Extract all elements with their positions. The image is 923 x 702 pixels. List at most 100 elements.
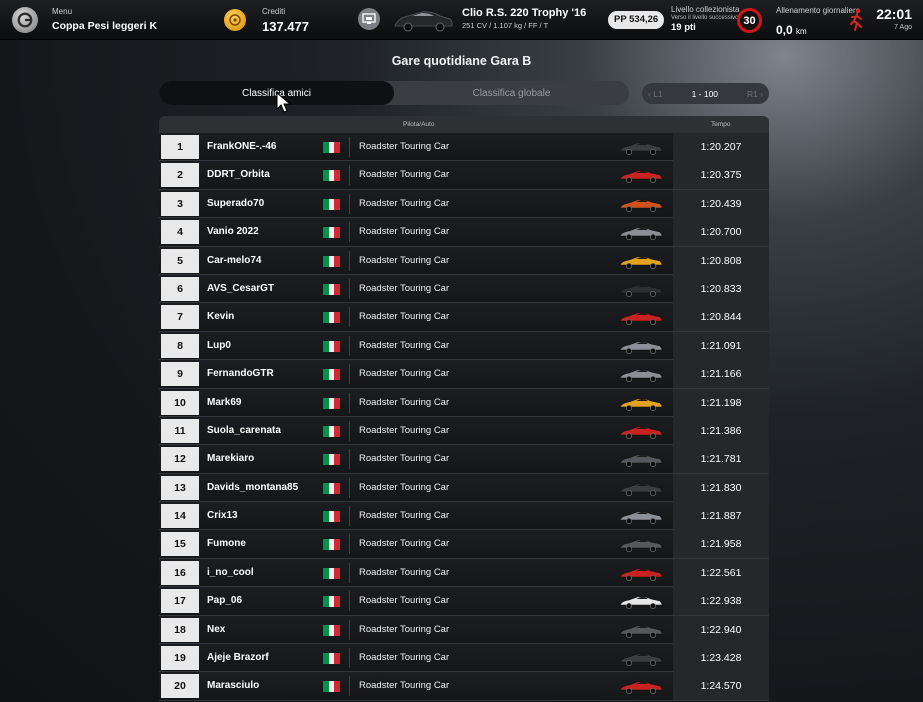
rank-badge: 4 [161, 220, 199, 245]
table-row[interactable]: 6 AVS_CesarGT Roadster Touring Car 1:20.… [159, 274, 769, 304]
italy-flag-icon [323, 312, 341, 324]
italy-flag-icon [323, 369, 341, 381]
car-model: Roadster Touring Car [359, 368, 450, 380]
rank-badge: 16 [161, 560, 199, 585]
garage-icon[interactable] [358, 8, 380, 30]
table-row[interactable]: 12 Marekiaro Roadster Touring Car 1:21.7… [159, 445, 769, 474]
rank-badge: 1 [161, 135, 199, 159]
table-row[interactable]: 2 DDRT_Orbita Roadster Touring Car 1:20.… [159, 161, 769, 190]
driver-name: FernandoGTR [207, 368, 274, 380]
italy-flag-icon [323, 482, 341, 494]
lap-time: 1:21.198 [673, 388, 769, 417]
driver-name: Car-melo74 [207, 254, 262, 266]
table-row[interactable]: 20 Marasciulo Roadster Touring Car 1:24.… [159, 672, 769, 701]
lap-time: 1:22.938 [673, 587, 769, 616]
car-livery-image [619, 256, 663, 269]
driver-name: Suola_carenata [207, 424, 281, 436]
rank-badge: 9 [161, 362, 199, 387]
credits-coin-icon [224, 9, 246, 31]
car-livery-image [619, 341, 663, 354]
italy-flag-icon [323, 283, 341, 295]
italy-flag-icon [323, 596, 341, 608]
table-row[interactable]: 18 Nex Roadster Touring Car 1:22.940 [159, 615, 769, 645]
car-model: Roadster Touring Car [359, 226, 450, 238]
lap-time: 1:20.833 [673, 274, 769, 303]
table-row[interactable]: 5 Car-melo74 Roadster Touring Car 1:20.8… [159, 246, 769, 275]
car-model: Roadster Touring Car [359, 197, 450, 209]
car-livery-image [619, 454, 663, 468]
lap-time: 1:21.091 [673, 331, 769, 360]
driver-name: Marekiaro [207, 453, 255, 465]
driver-name: Fumone [207, 538, 246, 550]
italy-flag-icon [323, 198, 341, 210]
column-divider [349, 506, 350, 527]
driver-name: Superado70 [207, 197, 265, 209]
column-divider [349, 222, 350, 243]
table-row[interactable]: 11 Suola_carenata Roadster Touring Car 1… [159, 416, 769, 446]
column-divider [349, 250, 350, 271]
clock-date: 7 Ago [894, 24, 912, 31]
daily-distance: 0,0 [776, 23, 793, 37]
lap-time: 1:20.808 [673, 246, 769, 275]
pager-prev-button[interactable]: ‹ L1 [648, 89, 663, 99]
table-row[interactable]: 4 Vanio 2022 Roadster Touring Car 1:20.7… [159, 218, 769, 247]
column-divider [349, 619, 350, 640]
rank-badge: 3 [161, 191, 199, 216]
level-number-badge: 30 [737, 8, 762, 33]
driver-name: FrankONE-.-46 [207, 141, 277, 152]
italy-flag-icon [323, 681, 341, 693]
car-livery-image [619, 170, 663, 184]
lap-time: 1:20.207 [673, 133, 769, 161]
table-row[interactable]: 7 Kevin Roadster Touring Car 1:20.844 [159, 303, 769, 332]
driver-name: Vanio 2022 [207, 226, 259, 238]
current-car-info: Clio R.S. 220 Trophy '16 251 CV / 1.107 … [462, 7, 586, 30]
table-row[interactable]: 1 FrankONE-.-46 Roadster Touring Car 1:2… [159, 133, 769, 162]
italy-flag-icon [323, 511, 341, 523]
car-model: Roadster Touring Car [359, 254, 450, 266]
italy-flag-icon [323, 653, 341, 665]
car-model: Roadster Touring Car [359, 652, 450, 664]
table-row[interactable]: 3 Superado70 Roadster Touring Car 1:20.4… [159, 189, 769, 219]
menu-button[interactable]: Menu Coppa Pesi leggeri K [52, 7, 157, 32]
column-divider [349, 534, 350, 555]
table-row[interactable]: 15 Fumone Roadster Touring Car 1:21.958 [159, 530, 769, 559]
table-row[interactable]: 19 Ajeje Brazorf Roadster Touring Car 1:… [159, 644, 769, 673]
column-divider [349, 165, 350, 186]
table-row[interactable]: 8 Lup0 Roadster Touring Car 1:21.091 [159, 331, 769, 361]
car-model: Roadster Touring Car [359, 566, 450, 578]
rank-badge: 19 [161, 646, 199, 671]
pager-range: 1 - 100 [691, 88, 719, 99]
driver-name: Mark69 [207, 396, 242, 408]
column-divider [349, 392, 350, 413]
menu-label: Menu [52, 7, 73, 16]
level-subtitle: Verso il livello successivo [671, 15, 739, 21]
car-livery-image [619, 369, 663, 383]
column-divider [349, 477, 350, 498]
column-divider [349, 335, 350, 356]
car-model: Roadster Touring Car [359, 623, 450, 635]
gt-logo-icon[interactable] [12, 7, 38, 33]
table-row[interactable]: 13 Davids_montana85 Roadster Touring Car… [159, 473, 769, 503]
current-car-image[interactable] [392, 6, 454, 34]
tab-global-leaderboard[interactable]: Classifica globale [394, 81, 629, 105]
table-row[interactable]: 9 FernandoGTR Roadster Touring Car 1:21.… [159, 360, 769, 389]
mouse-cursor-icon [276, 92, 292, 113]
italy-flag-icon [323, 340, 341, 352]
pagination: ‹ L1 1 - 100 R1 › [642, 83, 769, 104]
rank-badge: 20 [161, 674, 199, 699]
car-livery-image [619, 397, 663, 411]
italy-flag-icon [323, 170, 341, 182]
lap-time: 1:22.940 [673, 615, 769, 644]
lap-time: 1:22.561 [673, 558, 769, 587]
table-row[interactable]: 14 Crix13 Roadster Touring Car 1:21.887 [159, 502, 769, 531]
level-label: Livello collezionista [671, 5, 740, 14]
column-divider [349, 449, 350, 470]
pager-next-button[interactable]: R1 › [747, 89, 763, 99]
column-divider [349, 278, 350, 299]
table-row[interactable]: 16 i_no_cool Roadster Touring Car 1:22.5… [159, 558, 769, 588]
column-divider [349, 420, 350, 441]
table-row[interactable]: 17 Pap_06 Roadster Touring Car 1:22.938 [159, 587, 769, 616]
level-points: 19 pti [671, 22, 696, 33]
rank-badge: 18 [161, 617, 199, 642]
table-row[interactable]: 10 Mark69 Roadster Touring Car 1:21.198 [159, 388, 769, 417]
